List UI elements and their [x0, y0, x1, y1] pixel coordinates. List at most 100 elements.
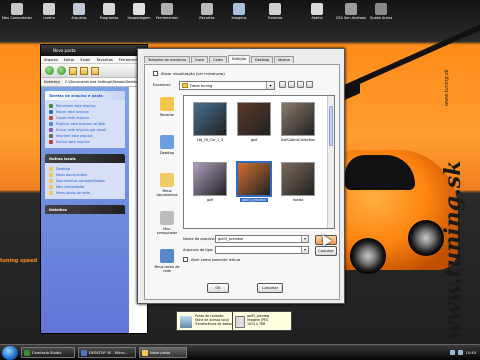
desktop-shortcut-icon	[161, 3, 173, 15]
file-thumbnail[interactable]: honda	[278, 162, 318, 202]
explorer-window[interactable]: Nova pasta Arquivo Editar Exibir Favoritos F…	[40, 44, 158, 334]
other-place-link[interactable]: Meus locais de rede	[49, 190, 121, 196]
desktop-icon[interactable]: Tutoriais	[258, 3, 292, 20]
address-label: Endereço	[41, 78, 63, 86]
look-in-select[interactable]: Fotos tuning ▾	[179, 81, 275, 90]
address-input[interactable]: C:\Documents and Settings\Renato\Desktop…	[63, 80, 147, 84]
folders-icon[interactable]	[91, 66, 99, 75]
file-tooltip: golf3_preview Imagem JPEG 1024 x 768	[232, 311, 292, 331]
places-bar-item[interactable]: Desktop	[153, 133, 181, 171]
folder-icon	[182, 83, 188, 88]
desktop-shortcut-icon	[11, 3, 23, 15]
places-bar-item[interactable]: Meus documentos	[153, 171, 181, 209]
up-folder-icon[interactable]	[69, 66, 77, 75]
file-tasks-panel: Tarefas de arquivo e pasta Renomear este…	[45, 91, 125, 148]
chevron-down-icon[interactable]: ▾	[266, 82, 274, 89]
file-thumbnail[interactable]: Ltd_Of_Cor_1_3	[190, 102, 230, 142]
taskbar-task[interactable]: DESKTOP 50 - Micro...	[78, 347, 136, 358]
menu-item[interactable]: Favoritos	[97, 58, 113, 62]
readonly-checkbox[interactable]	[183, 257, 188, 262]
desktop-icon[interactable]: GTA San Andreas	[334, 3, 368, 20]
file-thumbnail[interactable]: GolfCabrioCollection	[278, 102, 318, 142]
file-list[interactable]: Ltd_Of_Cor_1_3 golf GolfCabrioCollection go…	[183, 95, 335, 229]
desktop-shortcut-icon	[103, 3, 115, 15]
open-file-dialog[interactable]: Tamanho da miniatura Ícone Cores Exibição De…	[137, 48, 345, 304]
chevron-down-icon[interactable]: ▾	[301, 236, 308, 242]
back-icon[interactable]	[45, 66, 54, 75]
desktop-icon[interactable]: Arquivos	[62, 3, 96, 20]
readonly-row[interactable]: Abrir como somente leitura	[183, 257, 240, 262]
menu-item[interactable]: Arquivo	[44, 58, 58, 62]
dialog-tab[interactable]: Tamanho da miniatura	[144, 56, 191, 63]
scrollbar-thumb[interactable]	[329, 106, 333, 146]
file-task-link[interactable]: Excluir este arquivo	[49, 139, 121, 145]
file-type-select[interactable]: ▾	[215, 246, 309, 254]
view-menu-icon[interactable]	[306, 81, 313, 88]
menu-item[interactable]: Editar	[64, 58, 75, 62]
desktop-icon[interactable]: Meu Computador	[0, 3, 34, 20]
tray-volume-icon[interactable]	[457, 350, 463, 355]
dialog-tab[interactable]: Desktop	[251, 56, 274, 63]
back-icon[interactable]	[279, 81, 286, 88]
desktop-icon-label: Atalho	[311, 16, 323, 20]
dialog-tab[interactable]: Cores	[209, 56, 227, 63]
file-task-label: Imprimir este arquivo	[56, 134, 93, 138]
file-thumbnail[interactable]: golf	[190, 162, 230, 202]
dialog-tab[interactable]: Ícone	[191, 56, 209, 63]
places-bar-item[interactable]: Meu computador	[153, 209, 181, 247]
places-bar: Recente Desktop Meus documentos Meu computa…	[153, 95, 181, 285]
details-title[interactable]: Detalhes	[45, 205, 125, 214]
dialog-tab[interactable]: Idioma	[274, 56, 294, 63]
file-thumbnail[interactable]: golf	[234, 102, 274, 142]
desktop-shortcut-icon	[43, 3, 55, 15]
tray-network-icon[interactable]	[449, 350, 455, 355]
desktop-icon[interactable]: Atalho	[300, 3, 334, 20]
clock[interactable]: 10:45	[466, 351, 476, 355]
system-tray: 10:45	[446, 346, 480, 360]
desktop-icon[interactable]: Recortes	[190, 3, 224, 20]
desktop-icon[interactable]: Imagens	[222, 3, 256, 20]
preview-checkbox[interactable]	[153, 71, 158, 76]
thumbnail-image	[193, 162, 227, 196]
desktop-icon[interactable]: Programas	[92, 3, 126, 20]
other-place-label: Documentos compartilhados	[56, 179, 105, 183]
desktop-icon-label: Recortes	[199, 16, 215, 20]
place-label: Meus locais de rede	[154, 265, 180, 273]
wallpaper-brand-small: www.tuning.sk	[444, 69, 450, 106]
thumbnail-image	[193, 102, 227, 136]
cancel-secondary-button[interactable]: Cancelar	[257, 283, 283, 293]
up-folder-icon[interactable]	[288, 81, 295, 88]
thumbnail-image	[237, 102, 271, 136]
file-tasks-title[interactable]: Tarefas de arquivo e pasta	[45, 91, 125, 100]
menu-item[interactable]: Exibir	[80, 58, 90, 62]
file-list-scrollbar[interactable]	[327, 96, 334, 228]
dialog-tab[interactable]: Exibição	[227, 55, 251, 63]
forward-icon[interactable]	[57, 66, 66, 75]
search-icon[interactable]	[80, 66, 88, 75]
place-label: Desktop	[160, 151, 174, 155]
desktop-icon-label: Ferramentas	[155, 16, 179, 20]
other-places-title[interactable]: Outros locais	[45, 154, 125, 163]
thumbnail-label: honda	[292, 198, 304, 202]
desktop-icon[interactable]: Quake Arena	[364, 3, 398, 20]
preview-checkbox-row[interactable]: Ativar visualização (ver miniaturas)	[153, 71, 225, 76]
chevron-down-icon[interactable]: ▾	[301, 247, 308, 253]
ok-button[interactable]: OK	[207, 283, 229, 293]
cancel-button[interactable]: Cancelar	[315, 246, 337, 256]
new-folder-icon[interactable]	[297, 81, 304, 88]
file-thumbnail[interactable]: golf3_preview	[234, 161, 274, 202]
start-button[interactable]	[2, 345, 18, 360]
desktop-icon[interactable]: Lixeira	[32, 3, 66, 20]
explorer-titlebar[interactable]: Nova pasta	[41, 45, 147, 56]
desktop-icon[interactable]: Ferramentas	[150, 3, 184, 20]
thumbnail-image	[281, 102, 315, 136]
address-bar[interactable]: Endereço C:\Documents and Settings\Renat…	[41, 78, 147, 87]
places-bar-item[interactable]: Meus locais de rede	[153, 247, 181, 285]
thumbnail-label: golf3_preview	[240, 198, 268, 202]
task-label: Camtasia Studio	[32, 351, 62, 355]
places-bar-item[interactable]: Recente	[153, 95, 181, 133]
file-name-input[interactable]: golf3_preview ▾	[215, 235, 309, 243]
taskbar-task[interactable]: Camtasia Studio	[21, 347, 75, 358]
taskbar-task[interactable]: Nova pasta	[139, 347, 187, 358]
desktop-shortcut-icon	[345, 3, 357, 15]
